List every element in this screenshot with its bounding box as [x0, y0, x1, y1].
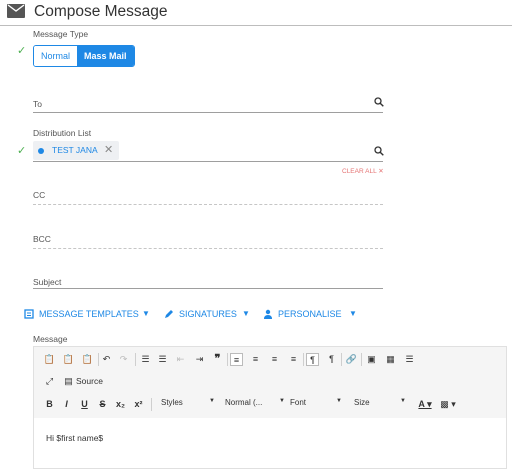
strikethrough-icon[interactable]: S [96, 398, 109, 411]
align-right-icon[interactable]: ≡ [268, 353, 281, 366]
header-bar: Compose Message [0, 0, 512, 26]
signatures-button[interactable]: SIGNATURES ▼ [164, 308, 252, 322]
normal-option[interactable]: Normal [34, 46, 78, 66]
underline-icon[interactable]: U [78, 398, 91, 411]
format-label: Normal (... [225, 398, 263, 407]
undo-icon[interactable]: ↶ [100, 353, 113, 366]
pen-icon [165, 310, 173, 318]
caret-down-icon: ▼ [209, 398, 215, 404]
rtl-icon[interactable]: ¶ [325, 353, 338, 366]
distribution-chip: TEST JANA ✕ [33, 141, 119, 160]
clear-all-button[interactable]: CLEAR ALL ✕ [342, 167, 384, 175]
toolbar-separator [341, 353, 342, 366]
table-icon[interactable]: ▦ [384, 353, 397, 366]
maximize-icon[interactable]: ⤢ [43, 375, 56, 388]
message-templates-label: MESSAGE TEMPLATES [39, 309, 139, 319]
bcc-field[interactable] [33, 230, 383, 248]
message-type-toggle: Normal Mass Mail [33, 45, 135, 67]
to-field[interactable] [33, 94, 383, 112]
redo-icon[interactable]: ↷ [117, 353, 130, 366]
message-templates-button[interactable]: MESSAGE TEMPLATES ▼ [24, 308, 154, 322]
size-dropdown[interactable]: Size ▼ [354, 398, 406, 411]
chip-dot [38, 148, 44, 154]
caret-down-icon: ▼ [142, 309, 150, 318]
check-icon: ✓ [17, 45, 27, 57]
toolbar-separator [227, 353, 228, 366]
page-title: Compose Message [34, 3, 168, 20]
superscript-icon[interactable]: x² [132, 398, 145, 411]
toolbar-separator [135, 353, 136, 366]
distribution-underline [33, 161, 383, 162]
check-icon: ✓ [17, 145, 27, 157]
link-icon[interactable]: 🔗 [345, 353, 358, 366]
source-label: Source [76, 376, 103, 386]
personalise-label: PERSONALISE [278, 309, 342, 319]
bold-icon[interactable]: B [43, 398, 56, 411]
message-type-label: Message Type [33, 29, 89, 39]
align-left-icon[interactable]: ≡ [230, 353, 243, 366]
caret-down-icon: ▼ [349, 309, 357, 318]
cc-underline [33, 204, 383, 205]
search-icon[interactable] [374, 97, 384, 107]
subscript-icon[interactable]: x₂ [114, 398, 127, 411]
search-icon[interactable] [374, 146, 384, 156]
paste-text-icon[interactable]: 📋 [62, 353, 75, 366]
italic-icon[interactable]: I [60, 398, 73, 411]
styles-label: Styles [161, 398, 183, 407]
styles-dropdown[interactable]: Styles ▼ [161, 398, 215, 411]
remove-chip-icon[interactable]: ✕ [104, 143, 113, 156]
person-icon [264, 309, 272, 319]
caret-down-icon: ▼ [400, 398, 406, 404]
cc-field[interactable] [33, 186, 383, 204]
numbered-list-icon[interactable]: ☰ [139, 353, 152, 366]
toolbar-separator [361, 353, 362, 366]
bcc-underline [33, 248, 383, 249]
to-underline [33, 112, 383, 113]
message-label: Message [33, 334, 68, 344]
template-icon [24, 309, 34, 319]
message-body[interactable]: Hi $first name$ [46, 433, 103, 443]
paste-word-icon[interactable]: 📋 [81, 353, 94, 366]
background-color-icon[interactable]: ▩ ▾ [439, 398, 457, 411]
size-label: Size [354, 398, 370, 407]
source-icon: ▤ [64, 376, 73, 386]
caret-down-icon: ▼ [279, 398, 285, 404]
blockquote-icon[interactable]: ❞ [211, 353, 224, 366]
close-icon: ✕ [378, 168, 384, 175]
signatures-label: SIGNATURES [179, 309, 237, 319]
personalise-button[interactable]: PERSONALISE ▼ [263, 308, 359, 322]
caret-down-icon: ▼ [336, 398, 342, 404]
indent-icon[interactable]: ⇥ [193, 353, 206, 366]
horizontal-rule-icon[interactable]: ☰ [403, 353, 416, 366]
message-editor: 📋 📋 📋 ↶ ↷ ☰ ☰ ⇤ ⇥ ❞ ≡ ≡ ≡ ≡ ¶ ¶ 🔗 ▣ ▦ ☰ … [33, 346, 507, 469]
distribution-list-label: Distribution List [33, 128, 92, 138]
text-color-icon[interactable]: A ▾ [416, 398, 434, 411]
chip-label: TEST JANA [52, 145, 98, 155]
toolbar-separator [151, 398, 152, 411]
align-center-icon[interactable]: ≡ [249, 353, 262, 366]
mass-mail-option[interactable]: Mass Mail [77, 46, 134, 66]
toolbar-separator [303, 353, 304, 366]
clear-all-label: CLEAR ALL [342, 168, 377, 175]
outdent-icon[interactable]: ⇤ [174, 353, 187, 366]
paste-icon[interactable]: 📋 [43, 353, 56, 366]
font-dropdown[interactable]: Font ▼ [290, 398, 342, 411]
caret-down-icon: ▼ [242, 309, 250, 318]
image-icon[interactable]: ▣ [365, 353, 378, 366]
envelope-icon [7, 4, 25, 18]
format-dropdown[interactable]: Normal (... ▼ [225, 398, 285, 411]
align-justify-icon[interactable]: ≡ [287, 353, 300, 366]
font-label: Font [290, 398, 307, 407]
bulleted-list-icon[interactable]: ☰ [156, 353, 169, 366]
ltr-icon[interactable]: ¶ [306, 353, 319, 366]
subject-underline [33, 288, 383, 289]
toolbar-separator [98, 353, 99, 366]
editor-toolbar: 📋 📋 📋 ↶ ↷ ☰ ☰ ⇤ ⇥ ❞ ≡ ≡ ≡ ≡ ¶ ¶ 🔗 ▣ ▦ ☰ … [34, 347, 506, 418]
